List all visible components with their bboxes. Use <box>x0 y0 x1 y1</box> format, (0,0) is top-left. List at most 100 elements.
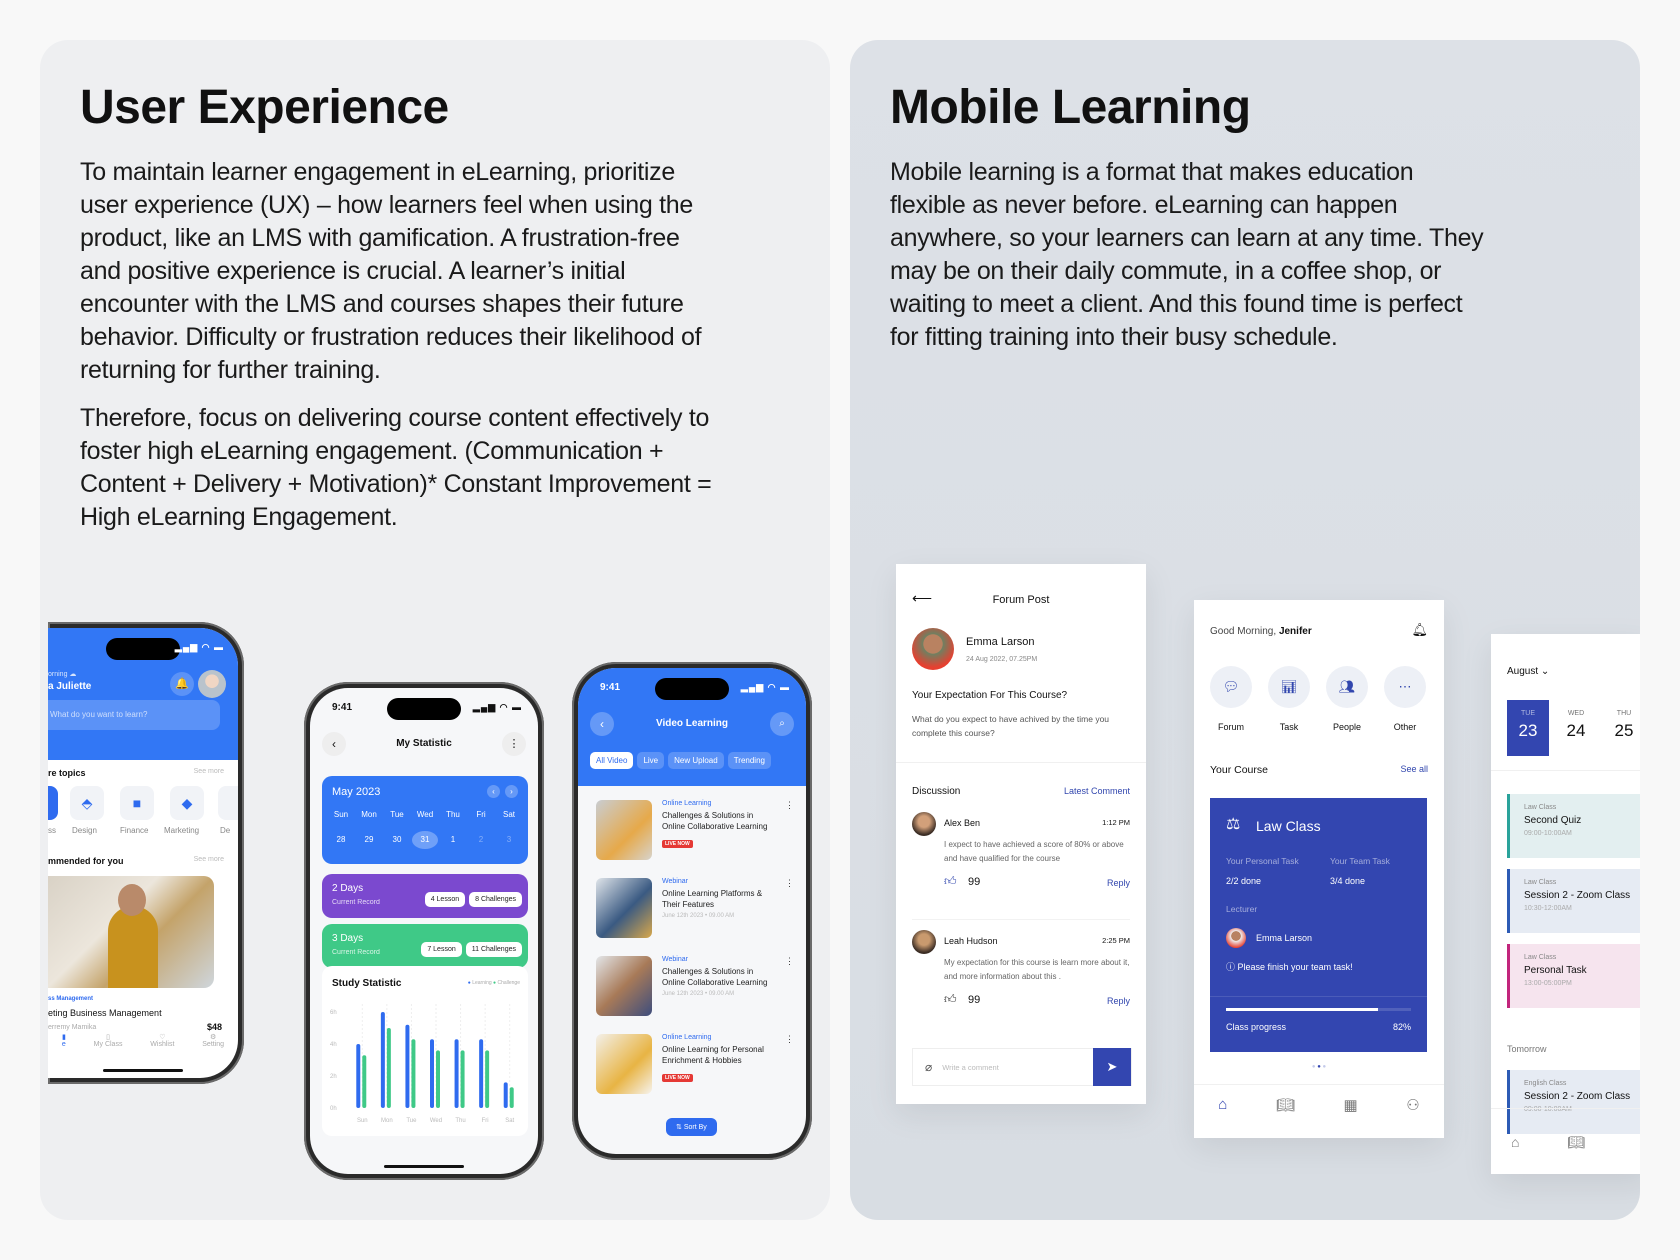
tab-wishlist[interactable]: ♡ Wishlist <box>150 1033 174 1048</box>
more-icon[interactable]: ⋮ <box>785 800 794 864</box>
bar-challenge-fri[interactable] <box>485 1050 490 1108</box>
video-thumbnail[interactable] <box>596 956 652 1016</box>
bar-challenge-sat[interactable] <box>509 1087 514 1108</box>
weekday-label: Wed <box>416 810 434 819</box>
calendar-date[interactable]: 31 <box>412 831 438 849</box>
bell-icon[interactable]: 🔔︎ <box>1411 622 1428 638</box>
bar-learning-tue[interactable] <box>405 1024 410 1108</box>
status-icons: ▂▄▆ ◠ ▬ <box>740 682 790 692</box>
schedule-screen: August ⌄ TUE 23 WED 24 THU 25 Law Class Second… <box>1491 634 1640 1174</box>
thumbs-up-icon[interactable]: 👍︎ <box>944 874 957 889</box>
video-list-item[interactable]: Online Learning Challenges & Solutions in… <box>590 794 800 870</box>
search-icon[interactable]: ⌕ <box>770 712 794 736</box>
month-dropdown[interactable]: August ⌄ <box>1507 666 1549 677</box>
course-card[interactable]: ⚖ Law Class Your Personal Task 2/2 done … <box>1210 798 1427 1052</box>
video-thumbnail[interactable] <box>596 800 652 860</box>
video-list-item[interactable]: Online Learning Online Learning for Perso… <box>590 1028 800 1104</box>
bar-learning-wed[interactable] <box>430 1039 434 1108</box>
schedule-event[interactable]: Law Class Personal Task 13:00-05:00PM <box>1507 944 1640 1008</box>
schedule-day[interactable]: WED 24 <box>1555 700 1597 756</box>
more-icon[interactable]: ⋮ <box>785 878 794 942</box>
see-all-link[interactable]: See all <box>1400 764 1428 774</box>
topic-dev[interactable] <box>218 786 238 820</box>
bar-learning-fri[interactable] <box>479 1039 484 1108</box>
schedule-event[interactable]: Law Class Second Quiz 09:00-10:00AM <box>1507 794 1640 858</box>
bar-challenge-sun[interactable] <box>362 1055 367 1108</box>
latest-comment-link[interactable]: Latest Comment <box>1064 786 1130 796</box>
post-question: Your Expectation For This Course? <box>912 690 1068 701</box>
calendar-date[interactable]: 30 <box>384 831 410 849</box>
action-forum[interactable]: 💬︎ Forum <box>1210 666 1252 732</box>
course-image[interactable] <box>48 876 214 988</box>
bar-challenge-mon[interactable] <box>386 1028 391 1108</box>
pager-dots[interactable]: ● ● ● <box>1194 1064 1444 1070</box>
weekday: THU <box>1616 710 1632 717</box>
next-month-button[interactable]: › <box>505 785 518 798</box>
bar-learning-sat[interactable] <box>503 1082 508 1108</box>
schedule-event[interactable]: Law Class Session 2 - Zoom Class 10:30-12:… <box>1507 869 1640 933</box>
more-icon[interactable]: ⋮ <box>785 956 794 1020</box>
book-icon[interactable]: 📖︎ <box>1276 1096 1295 1114</box>
schedule-day[interactable]: THU 25 <box>1603 700 1640 756</box>
bar-challenge-wed[interactable] <box>436 1050 440 1108</box>
bar-learning-thu[interactable] <box>454 1039 459 1108</box>
video-meta: June 12th 2023 • 09.00 AM <box>662 913 735 919</box>
tab-my-class[interactable]: ▯ My Class <box>94 1033 123 1048</box>
paperclip-icon[interactable]: ⌀ <box>925 1060 932 1074</box>
action-task[interactable]: 📊︎ Task <box>1268 666 1310 732</box>
wallet-icon: ■ <box>132 795 142 811</box>
reply-button[interactable]: Reply <box>1107 996 1130 1006</box>
see-more-link[interactable]: See more <box>194 856 224 863</box>
tab-home[interactable]: ▮ e <box>62 1033 66 1048</box>
avatar[interactable] <box>198 670 226 698</box>
bell-icon[interactable]: 🔔 <box>170 672 194 696</box>
schedule-day[interactable]: TUE 23 <box>1507 700 1549 756</box>
comment-text: My expectation for this course is learn … <box>944 958 1130 981</box>
see-more-link[interactable]: See more <box>194 768 224 775</box>
home-icon[interactable]: ⌂ <box>1218 1096 1227 1114</box>
video-list-item[interactable]: Webinar Challenges & Solutions in Online … <box>590 950 800 1026</box>
topic-finance[interactable]: ■ <box>120 786 154 820</box>
filter-chip[interactable]: All Video <box>590 752 634 769</box>
filter-chip[interactable]: Trending <box>727 752 771 769</box>
more-icon[interactable]: ⋮ <box>785 1034 794 1098</box>
calendar-date[interactable]: 28 <box>328 831 354 849</box>
thumbs-up-icon[interactable]: 👍︎ <box>944 992 957 1007</box>
calendar-date[interactable]: 3 <box>496 831 522 849</box>
video-thumbnail[interactable] <box>596 1034 652 1094</box>
calendar-date[interactable]: 29 <box>356 831 382 849</box>
bar-challenge-tue[interactable] <box>411 1039 416 1108</box>
topic-design[interactable]: ⬘ <box>70 786 104 820</box>
book-icon[interactable]: 📖︎ <box>1567 1134 1585 1151</box>
comment-time: 1:12 PM <box>1102 818 1130 827</box>
home-icon[interactable]: ⌂ <box>1511 1134 1519 1150</box>
prev-month-button[interactable]: ‹ <box>487 785 500 798</box>
action-people[interactable]: 👥︎ People <box>1326 666 1368 732</box>
action-other[interactable]: ⋯ Other <box>1384 666 1426 732</box>
author-avatar <box>912 628 954 670</box>
video-list-item[interactable]: Webinar Online Learning Platforms & Their… <box>590 872 800 948</box>
bar-learning-sun[interactable] <box>356 1044 361 1108</box>
reply-button[interactable]: Reply <box>1107 878 1130 888</box>
personal-task-value: 2/2 done <box>1226 876 1262 886</box>
calendar-icon[interactable]: ▦ <box>1344 1096 1358 1114</box>
calendar-date[interactable]: 2 <box>468 831 494 849</box>
sort-by-button[interactable]: ⇅ Sort By <box>666 1118 717 1136</box>
tab-setting[interactable]: ⚙ Setting <box>202 1033 224 1048</box>
profile-icon[interactable]: ⚇ <box>1406 1096 1419 1114</box>
challenges-pill: 11 Challenges <box>465 942 522 957</box>
bar-challenge-thu[interactable] <box>460 1050 465 1108</box>
comment-input[interactable]: ⌀ Write a comment ➤ <box>912 1048 1132 1086</box>
schedule-event[interactable]: English Class Session 2 - Zoom Class 09:00… <box>1507 1070 1640 1134</box>
bar-learning-mon[interactable] <box>380 1012 385 1108</box>
send-button[interactable]: ➤ <box>1093 1048 1131 1086</box>
course-title[interactable]: eting Business Management <box>48 1008 162 1018</box>
video-thumbnail[interactable] <box>596 878 652 938</box>
filter-chip[interactable]: Live <box>637 752 665 769</box>
topic-business[interactable] <box>48 786 58 820</box>
more-icon[interactable]: ⋮ <box>502 732 526 756</box>
filter-chip[interactable]: New Upload <box>668 752 724 769</box>
topic-marketing[interactable]: ◆ <box>170 786 204 820</box>
search-input[interactable]: What do you want to learn? <box>48 700 220 730</box>
calendar-date[interactable]: 1 <box>440 831 466 849</box>
